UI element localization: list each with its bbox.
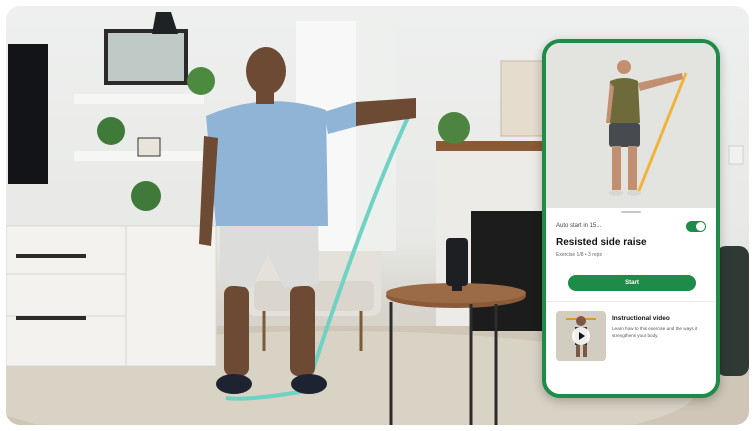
phone-screen: Auto start in 15... Resisted side raise …: [542, 39, 720, 398]
divider: [546, 301, 716, 302]
autostart-label: Auto start in 15...: [556, 223, 602, 229]
home-indicator: [621, 211, 641, 213]
autostart-row: Auto start in 15...: [556, 219, 706, 233]
video-thumbnail[interactable]: [556, 311, 606, 361]
fitness-scene: Auto start in 15... Resisted side raise …: [6, 6, 749, 425]
exercise-title: Resisted side raise: [556, 237, 647, 248]
toggle-knob: [696, 221, 705, 231]
video-title: Instructional video: [612, 315, 670, 322]
instructional-video-card[interactable]: Instructional video Learn how to this ex…: [556, 311, 706, 367]
play-icon[interactable]: [572, 327, 590, 345]
exercise-demo-illustration: [546, 43, 716, 208]
autostart-toggle[interactable]: [686, 220, 706, 232]
exercise-video-preview[interactable]: [546, 43, 716, 208]
exercise-meta: Exercise 1/8 • 3 reps: [556, 252, 602, 258]
start-button[interactable]: Start: [568, 275, 696, 291]
video-description: Learn how to this exercise and the ways …: [612, 326, 698, 338]
tv: [8, 44, 48, 184]
